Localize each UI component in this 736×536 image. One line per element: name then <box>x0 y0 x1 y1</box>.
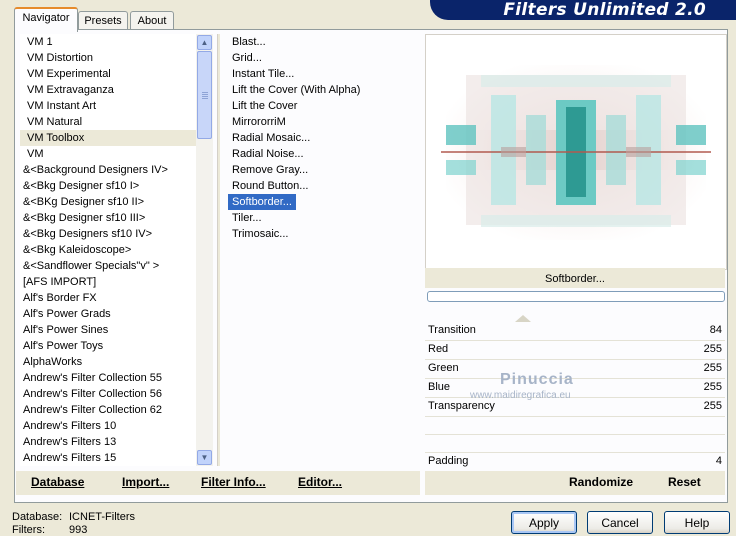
filter-item[interactable]: Softborder... <box>228 194 296 210</box>
filters-count-label: Filters: <box>12 524 45 536</box>
filter-name-label: Softborder... <box>425 268 725 288</box>
category-item[interactable]: VM 1 <box>20 34 196 50</box>
tab-about[interactable]: About <box>130 11 174 30</box>
category-item[interactable]: &<BKg Designer sf10 II> <box>20 194 196 210</box>
param-transition[interactable]: Transition 84 <box>425 315 725 341</box>
scroll-thumb[interactable] <box>197 51 212 139</box>
category-item[interactable]: &<Bkg Designers sf10 IV> <box>20 226 196 242</box>
database-value: ICNET-Filters <box>69 511 135 523</box>
right-toolbar: Randomize Reset <box>425 471 725 495</box>
category-item[interactable]: Andrew's Filters 13 <box>20 434 196 450</box>
apply-button[interactable]: Apply <box>511 511 577 534</box>
scroll-down-arrow-icon[interactable]: ▼ <box>197 450 212 465</box>
category-item[interactable]: &<Background Designers IV> <box>20 162 196 178</box>
filter-item[interactable]: Radial Noise... <box>228 146 418 162</box>
randomize-button[interactable]: Randomize <box>569 475 633 489</box>
filter-item[interactable]: Trimosaic... <box>228 226 418 242</box>
category-item[interactable]: VM <box>20 146 196 162</box>
param-empty-1 <box>425 417 725 435</box>
title-banner: Filters Unlimited 2.0 <box>430 0 736 20</box>
param-padding[interactable]: Padding 4 <box>425 453 725 471</box>
category-item[interactable]: Alf's Border FX <box>20 290 196 306</box>
filter-item[interactable]: Grid... <box>228 50 418 66</box>
category-item[interactable]: Alf's Power Sines <box>20 322 196 338</box>
filter-list[interactable]: Blast... Grid... Instant Tile... Lift the C… <box>228 34 418 466</box>
tab-presets[interactable]: Presets <box>78 11 128 30</box>
list-divider <box>217 34 220 466</box>
param-green[interactable]: Green 255 <box>425 360 725 379</box>
watermark-url: www.maidiregrafica.eu <box>470 390 571 401</box>
category-item[interactable]: &<Bkg Kaleidoscope> <box>20 242 196 258</box>
category-item[interactable]: [AFS IMPORT] <box>20 274 196 290</box>
help-button[interactable]: Help <box>664 511 730 534</box>
left-toolbar: Database Import... Filter Info... Editor… <box>16 471 420 495</box>
editor-button[interactable]: Editor... <box>298 475 342 489</box>
category-item[interactable]: VM Distortion <box>20 50 196 66</box>
category-item[interactable]: &<Bkg Designer sf10 III> <box>20 210 196 226</box>
category-item[interactable]: Andrew's Filters 10 <box>20 418 196 434</box>
category-item[interactable]: Alf's Power Grads <box>20 306 196 322</box>
category-item[interactable]: Andrew's Filter Collection 55 <box>20 370 196 386</box>
database-label: Database: <box>12 511 63 523</box>
category-item[interactable]: VM Extravaganza <box>20 82 196 98</box>
filters-count-value: 993 <box>69 524 88 536</box>
filter-item[interactable]: Remove Gray... <box>228 162 418 178</box>
watermark-name: Pinuccia <box>500 371 574 388</box>
param-empty-2 <box>425 435 725 453</box>
database-button[interactable]: Database <box>31 475 84 489</box>
app-title: Filters Unlimited 2.0 <box>503 0 706 20</box>
filter-preview-image <box>425 34 727 270</box>
category-item[interactable]: VM Natural <box>20 114 196 130</box>
filter-item[interactable]: Lift the Cover <box>228 98 418 114</box>
filter-item[interactable]: Lift the Cover (With Alpha) <box>228 82 418 98</box>
cancel-button[interactable]: Cancel <box>587 511 653 534</box>
progress-bar <box>427 291 725 302</box>
filter-item[interactable]: Blast... <box>228 34 418 50</box>
slider-marker-icon <box>515 315 531 322</box>
filter-item[interactable]: Radial Mosaic... <box>228 130 418 146</box>
filter-info-button[interactable]: Filter Info... <box>201 475 266 489</box>
category-item[interactable]: &<Bkg Designer sf10 I> <box>20 178 196 194</box>
scroll-up-arrow-icon[interactable]: ▲ <box>197 35 212 50</box>
category-item[interactable]: &<Sandflower Specials"v" > <box>20 258 196 274</box>
filter-item[interactable]: Round Button... <box>228 178 418 194</box>
category-item[interactable]: VM Toolbox <box>20 130 196 146</box>
category-item[interactable]: Andrew's Filters 15 <box>20 450 196 466</box>
category-item[interactable]: Andrew's Filter Collection 62 <box>20 402 196 418</box>
reset-button[interactable]: Reset <box>668 475 701 489</box>
category-scrollbar[interactable]: ▲ ▼ <box>196 34 213 466</box>
filter-item[interactable]: Instant Tile... <box>228 66 418 82</box>
filter-item[interactable]: Tiler... <box>228 210 418 226</box>
category-item[interactable]: VM Experimental <box>20 66 196 82</box>
category-item[interactable]: VM Instant Art <box>20 98 196 114</box>
category-item[interactable]: Alf's Power Toys <box>20 338 196 354</box>
category-list[interactable]: VM 1 VM Distortion VM Experimental VM Extra… <box>20 34 196 466</box>
category-item[interactable]: AlphaWorks <box>20 354 196 370</box>
tab-navigator[interactable]: Navigator <box>14 7 78 32</box>
param-red[interactable]: Red 255 <box>425 341 725 360</box>
import-button[interactable]: Import... <box>122 475 169 489</box>
category-item[interactable]: Andrew's Filter Collection 56 <box>20 386 196 402</box>
filter-item[interactable]: MirrororriM <box>228 114 418 130</box>
